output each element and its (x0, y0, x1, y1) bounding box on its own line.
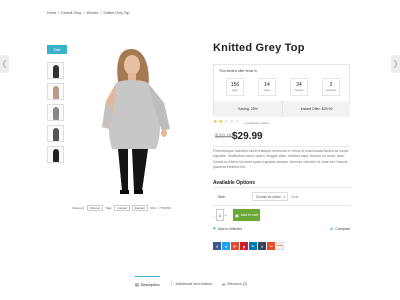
saving-badge: Saving: 25% (214, 101, 282, 117)
reviews-link[interactable]: 1 customer review (244, 121, 268, 125)
add-to-wishlist-link[interactable]: ♥ Add to Wishlist (213, 226, 242, 232)
chat-icon: ✉ (222, 282, 226, 287)
stumbleupon-icon: su (269, 244, 273, 248)
breadcrumb-women[interactable]: Women (87, 11, 99, 15)
pinterest-share-button[interactable]: p (240, 242, 248, 250)
sale-badge: Sale (47, 45, 67, 54)
facebook-icon: f (216, 243, 218, 249)
countdown-hours: 14 hours (258, 78, 276, 96)
chevron-right-icon (393, 60, 398, 68)
facebook-share-button[interactable]: f (213, 242, 221, 250)
reddit-share-button[interactable]: reddit (276, 242, 284, 250)
googleplus-share-button[interactable]: g+ (231, 242, 239, 250)
chevron-left-icon (2, 60, 7, 68)
sku-value: 7752659 (159, 206, 171, 210)
product-short-description: Pellentesque habitant morbi tristique se… (213, 149, 349, 169)
thumbnail-1[interactable] (47, 62, 64, 79)
category-link[interactable]: Women (87, 205, 104, 211)
product-title: Knitted Grey Top (213, 42, 305, 54)
chevron-down-icon: ▾ (283, 194, 285, 199)
rating-stars: ★ ★ ★ ★ ★ 1 customer review (213, 120, 269, 125)
tab-reviews[interactable]: ✉ Reviews (2) (222, 276, 247, 287)
linkedin-icon: in (251, 244, 255, 248)
breadcrumb-current: Knitted Grey Top (103, 11, 130, 15)
tag-link[interactable]: Casual (114, 205, 130, 211)
model-photo (72, 45, 198, 197)
document-icon: ▤ (135, 283, 139, 287)
old-price: $39.99 (215, 134, 234, 140)
countdown-seconds: 2 seconds (322, 78, 340, 96)
current-price: $29.99 (232, 131, 263, 142)
tab-description[interactable]: ▤ Description (135, 276, 160, 287)
thumbnail-2[interactable] (47, 83, 64, 100)
tumblr-share-button[interactable]: t (258, 242, 266, 250)
star-filled-icon: ★ (218, 119, 223, 125)
limited-offer-box: This limited offer ends in 156 days 14 h… (213, 64, 350, 117)
tumblr-icon: t (261, 243, 263, 249)
product-tabs: ▤ Description ⓘ Additional Information ✉… (135, 276, 247, 287)
quantity-increase-button[interactable]: + (224, 209, 227, 221)
twitter-icon: t (225, 243, 227, 249)
star-empty-icon: ★ (234, 119, 240, 125)
next-product-arrow[interactable] (391, 55, 400, 73)
divider (213, 146, 350, 147)
breadcrumb-home[interactable]: Home (47, 11, 56, 15)
linkedin-share-button[interactable]: in (249, 242, 257, 250)
tab-additional-information[interactable]: ⓘ Additional Information (170, 276, 213, 287)
twitter-share-button[interactable]: t (222, 242, 230, 250)
prev-product-arrow[interactable] (0, 55, 9, 73)
clear-options-link[interactable]: Clear (291, 195, 299, 199)
thumbnail-5[interactable] (47, 146, 64, 163)
thumbnail-strip (47, 62, 66, 167)
product-meta: Category: Women Tags: Casual Elegant SKU… (72, 205, 171, 211)
info-icon: ⓘ (169, 281, 174, 286)
share-buttons: f t g+ p in t su reddit (213, 242, 284, 250)
googleplus-icon: g+ (233, 244, 237, 248)
size-label: Size (218, 195, 225, 199)
thumbnail-3[interactable] (47, 104, 64, 121)
breadcrumb-shop[interactable]: Default Shop (61, 11, 81, 15)
compare-link[interactable]: ⇄ Compare (330, 226, 350, 231)
product-main-image[interactable] (72, 45, 198, 197)
reddit-icon: reddit (277, 245, 283, 247)
divider (213, 205, 350, 206)
stumbleupon-share-button[interactable]: su (267, 242, 275, 250)
quantity-input[interactable]: 1 (216, 209, 224, 221)
size-select[interactable]: Choose an option ▾ (252, 192, 288, 201)
countdown-minutes: 34 minutes (290, 78, 308, 96)
countdown-days: 156 days (226, 78, 244, 96)
quantity-stepper: - 1 + (213, 209, 229, 221)
breadcrumb: Home / Default Shop / Women / Knitted Gr… (47, 11, 130, 15)
offer-label: This limited offer ends in (219, 69, 257, 73)
divider (213, 187, 350, 188)
heart-icon: ♥ (213, 226, 216, 232)
pinterest-icon: p (242, 243, 246, 249)
cart-icon: ▣ (234, 212, 239, 218)
options-title: Available Options (213, 180, 256, 186)
tag-link[interactable]: Elegant (131, 205, 149, 211)
star-empty-icon: ★ (223, 119, 229, 125)
compare-icon: ⇄ (330, 226, 334, 231)
thumbnail-4[interactable] (47, 125, 64, 142)
star-filled-icon: ★ (213, 119, 218, 125)
star-empty-icon: ★ (229, 119, 234, 125)
add-to-cart-button[interactable]: ▣ Add to cart (233, 209, 260, 221)
offer-price: Instant Offer: $29.99 (282, 101, 350, 117)
